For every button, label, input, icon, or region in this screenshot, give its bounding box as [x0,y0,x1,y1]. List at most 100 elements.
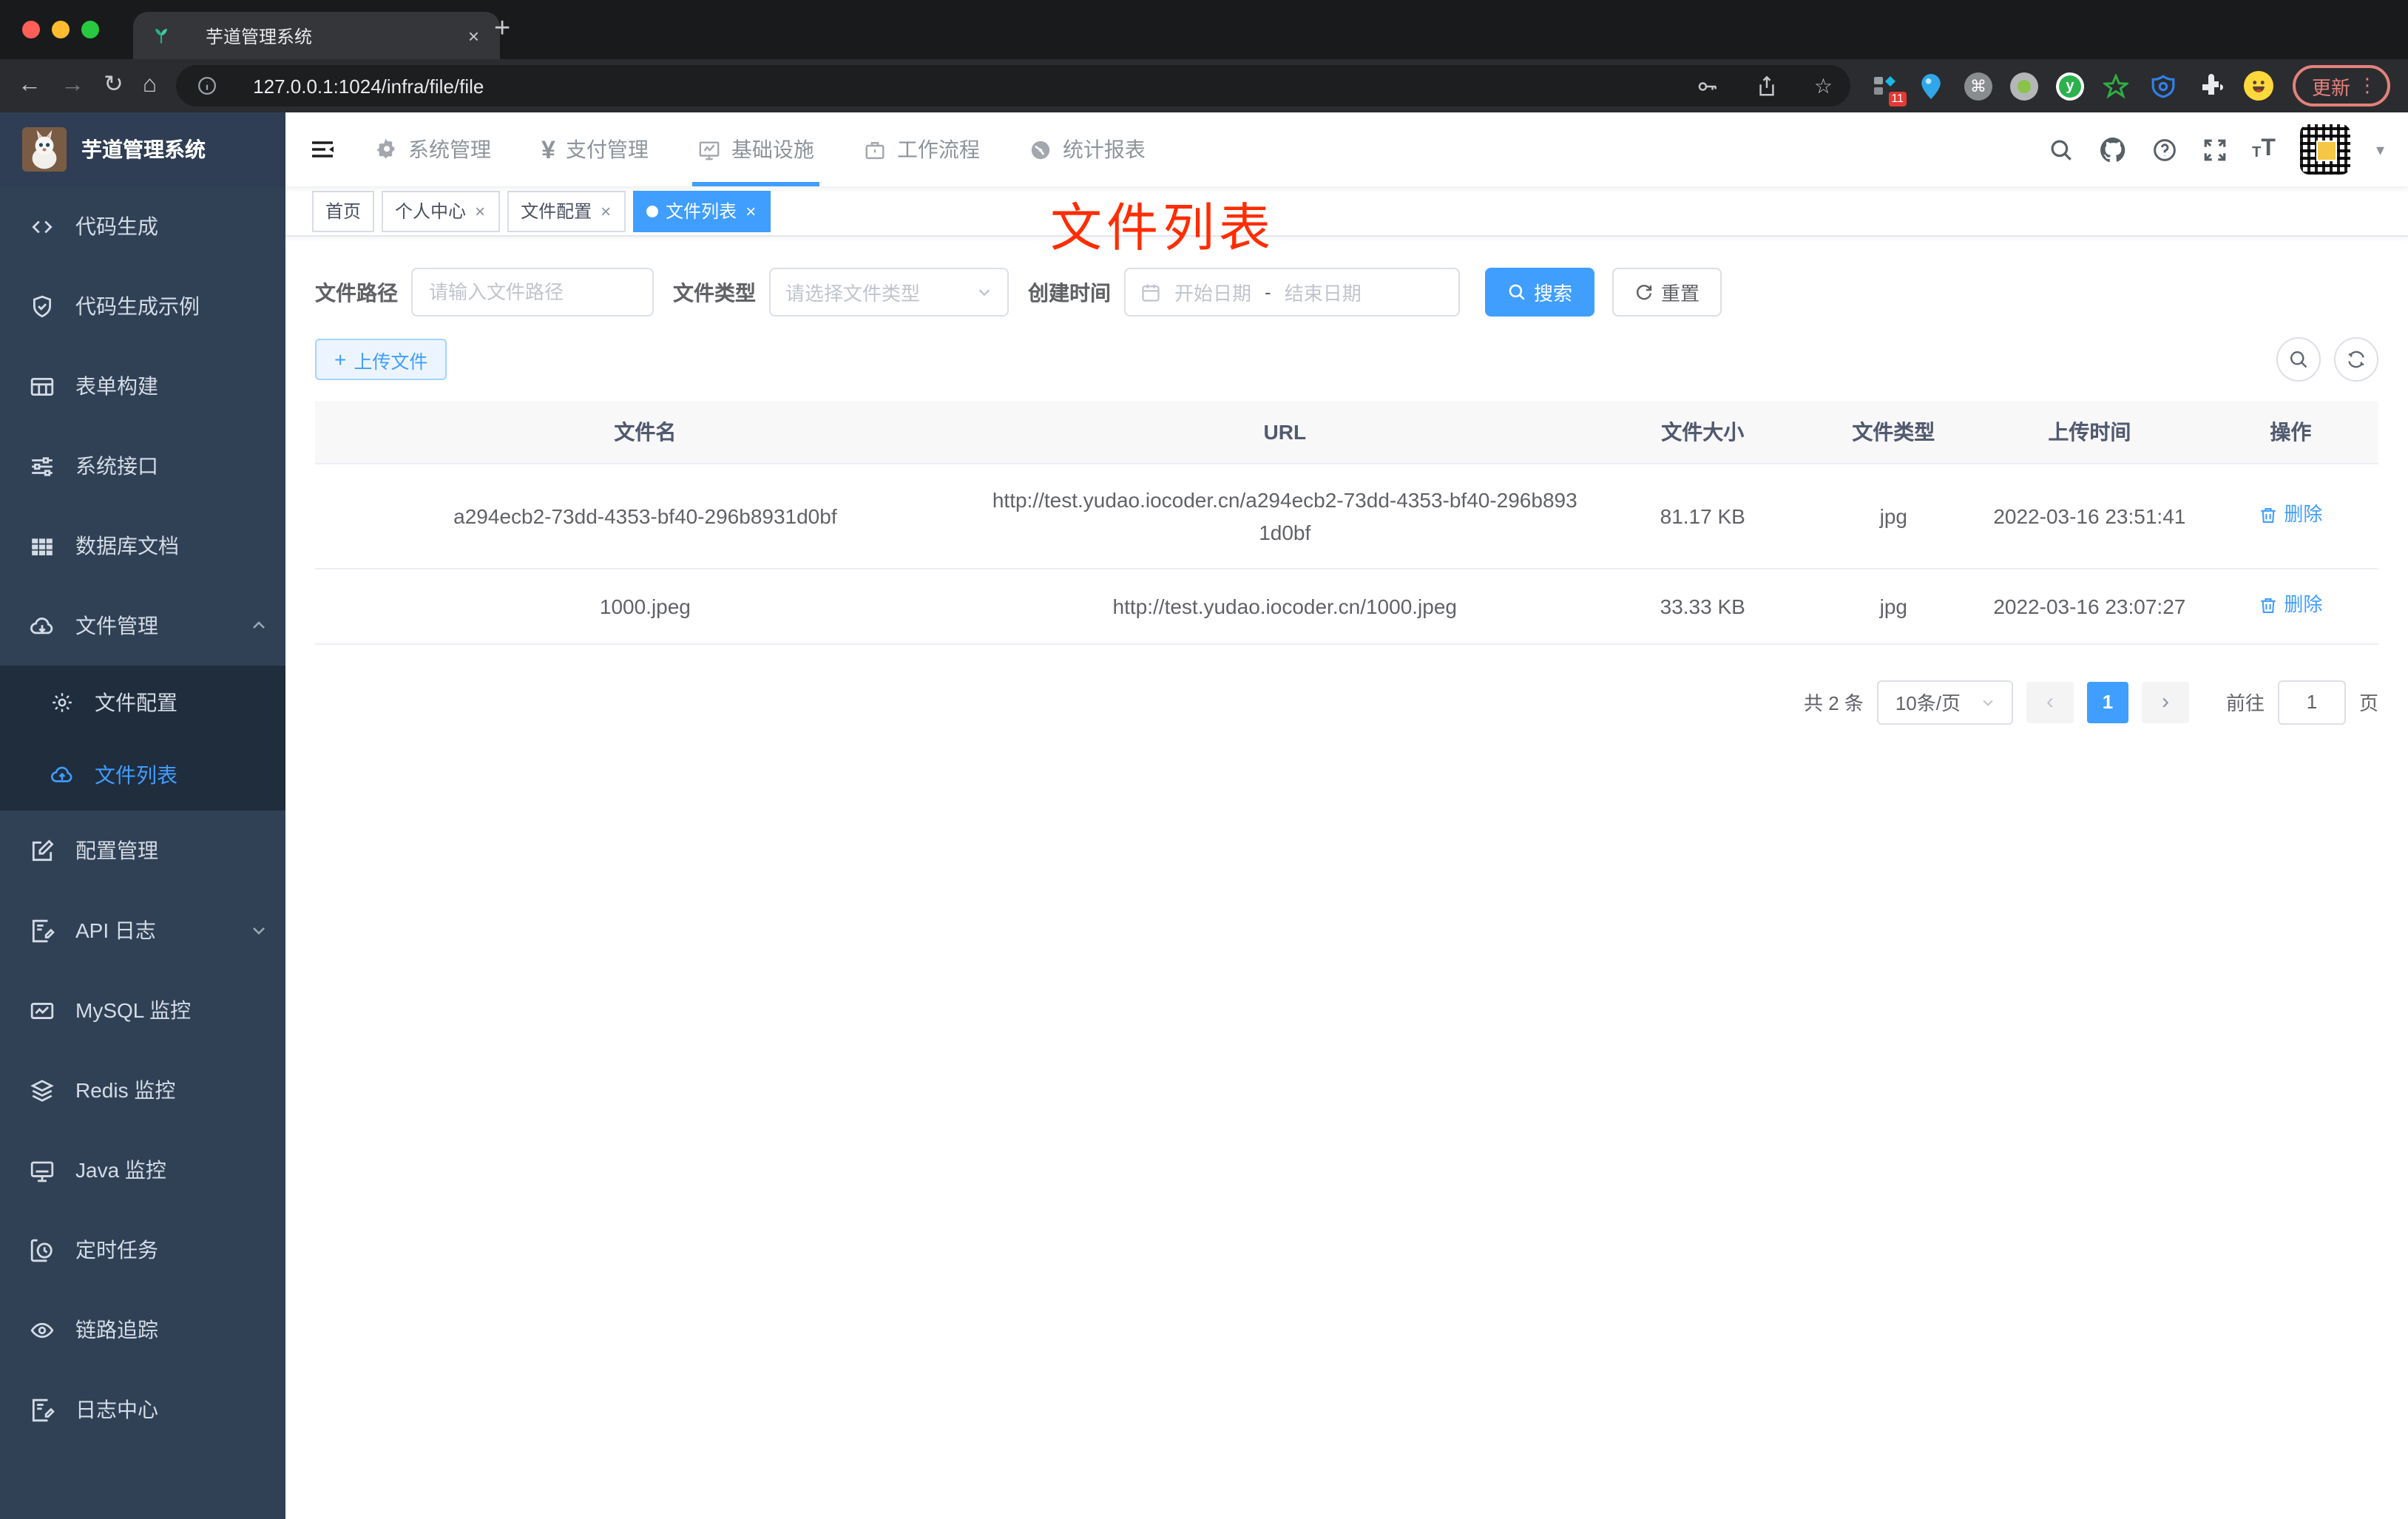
table-toolbar: + 上传文件 [315,337,2378,382]
new-tab-button[interactable]: + [494,12,510,47]
window-zoom-button[interactable] [81,21,99,38]
navbar-right: TT ▾ [2048,124,2384,175]
goto-page-input[interactable] [2277,680,2346,724]
browser-menu-icon[interactable]: ⋮ [2358,74,2377,98]
reset-button-label: 重置 [1661,283,1700,305]
search-icon[interactable] [2048,137,2073,162]
extension-emoji-icon[interactable] [2243,71,2273,101]
file-type-select[interactable]: 请选择文件类型 [769,268,1009,317]
page-number-button[interactable]: 1 [2086,681,2128,723]
extension-grid-diamond-icon[interactable]: 11 [1870,71,1907,106]
date-range-picker[interactable]: 开始日期 - 结束日期 [1124,268,1460,317]
chevron-down-icon [250,921,268,939]
end-date-placeholder[interactable]: 结束日期 [1285,278,1362,306]
page-size-select[interactable]: 10条/页 [1876,680,2013,724]
sidebar-item-config-management[interactable]: 配置管理 [0,811,285,890]
key-icon[interactable] [1696,73,1721,98]
sidebar-item-label: 文件配置 [95,690,177,714]
app-navbar: 系统管理 ¥ 支付管理 基础设施 工作流程 统计报表 T T ▾ [285,112,2408,186]
extension-y-icon[interactable]: y [2055,72,2084,100]
sidebar-item-scheduled-tasks[interactable]: 定时任务 [0,1210,285,1290]
tag-file-list[interactable]: 文件列表 × [633,190,771,231]
user-caret-down-icon[interactable]: ▾ [2376,140,2384,159]
back-icon[interactable]: ← [18,73,41,98]
tag-close-icon[interactable]: × [473,200,487,221]
cell-url: http://test.yudao.iocoder.cn/1000.jpeg [975,569,1594,644]
next-page-button[interactable]: › [2141,681,2189,723]
sidebar-item-system-api[interactable]: 系统接口 [0,426,285,506]
sidebar-item-log-center[interactable]: 日志中心 [0,1370,285,1449]
start-date-placeholder[interactable]: 开始日期 [1174,278,1251,306]
window-close-button[interactable] [22,21,40,38]
prev-page-button[interactable]: ‹ [2026,681,2074,723]
tag-close-icon[interactable]: × [744,200,757,221]
sidebar-item-code-gen-demo[interactable]: 代码生成示例 [0,266,285,346]
goto-unit: 页 [2358,692,2378,714]
tag-profile[interactable]: 个人中心 × [382,190,501,231]
cell-file-name: 1000.jpeg [315,569,975,644]
upload-file-button[interactable]: + 上传文件 [315,339,447,380]
extension-target-icon[interactable] [2149,71,2179,101]
top-menu-workflow[interactable]: 工作流程 [839,112,1005,186]
fullscreen-icon[interactable] [2202,137,2227,162]
tab-close-icon[interactable]: × [462,24,485,47]
sidebar-item-tracing[interactable]: 链路追踪 [0,1290,285,1370]
top-menu-system[interactable]: 系统管理 [351,112,516,186]
extension-puzzle-icon[interactable] [2196,71,2226,101]
sidebar-item-form-builder[interactable]: 表单构建 [0,346,285,426]
github-icon[interactable] [2098,135,2126,163]
tag-label: 文件列表 [666,201,737,222]
bookmark-star-icon[interactable]: ☆ [1814,75,1833,96]
tag-file-config[interactable]: 文件配置 × [507,190,626,231]
window-minimize-button[interactable] [52,21,70,38]
log-edit-icon [30,918,55,943]
delete-button[interactable]: 删除 [2259,589,2322,621]
extension-star-icon[interactable] [2102,71,2131,101]
sidebar-item-file-config[interactable]: 文件配置 [0,666,285,738]
cell-url: http://test.yudao.iocoder.cn/a294ecb2-73… [975,464,1594,569]
chevron-down-icon [976,284,992,300]
sidebar-item-file-list[interactable]: 文件列表 [0,738,285,811]
forward-icon[interactable]: → [61,73,84,98]
extension-dot-icon[interactable] [2009,72,2038,100]
cloud-download-icon [30,613,55,638]
reload-icon[interactable]: ↻ [104,73,124,98]
extension-command-icon[interactable]: ⌘ [1964,72,1992,100]
url-text[interactable]: 127.0.0.1:1024/infra/file/file [253,75,1682,97]
url-bar[interactable]: 127.0.0.1:1024/infra/file/file ☆ [176,65,1850,106]
date-separator: - [1265,281,1271,303]
file-path-input[interactable] [411,268,654,317]
sidebar-item-api-log[interactable]: API 日志 [0,890,285,970]
browser-chrome: 芋道管理系统 × + ← → ↻ ⌂ 127.0.0.1:1024/infra/… [0,0,2408,112]
help-icon[interactable] [2151,137,2177,162]
avatar[interactable] [2300,124,2351,175]
search-button[interactable]: 搜索 [1485,268,1595,317]
top-menu-infrastructure[interactable]: 基础设施 [674,112,839,186]
sidebar-collapse-icon[interactable] [309,136,336,163]
site-info-icon[interactable] [194,73,219,98]
update-button[interactable]: 更新 ⋮ [2292,65,2390,106]
tag-home[interactable]: 首页 [312,190,375,231]
reset-button[interactable]: 重置 [1612,268,1722,317]
chart-monitor-icon [30,998,55,1023]
share-icon[interactable] [1755,73,1780,98]
gear-icon [376,138,398,160]
toggle-search-button[interactable] [2276,337,2321,382]
browser-tab[interactable]: 芋道管理系统 × [133,12,500,59]
sidebar-item-mysql-monitor[interactable]: MySQL 监控 [0,970,285,1050]
top-menu-payment[interactable]: ¥ 支付管理 [516,112,674,186]
sidebar-item-file-management[interactable]: 文件管理 [0,586,285,666]
sidebar-item-db-doc[interactable]: 数据库文档 [0,506,285,586]
extension-balloon-icon[interactable] [1917,71,1947,101]
delete-button[interactable]: 删除 [2259,499,2322,532]
top-menu-label: 工作流程 [896,138,980,161]
font-size-icon[interactable]: TT [2252,137,2276,161]
sidebar-item-redis-monitor[interactable]: Redis 监控 [0,1050,285,1130]
refresh-button[interactable] [2334,337,2378,382]
sidebar-item-label: 系统接口 [75,454,158,478]
top-menu-reports[interactable]: 统计报表 [1005,112,1171,186]
home-icon[interactable]: ⌂ [143,73,157,98]
sidebar-item-java-monitor[interactable]: Java 监控 [0,1130,285,1210]
sidebar-item-code-gen[interactable]: 代码生成 [0,186,285,266]
tag-close-icon[interactable]: × [599,200,612,221]
